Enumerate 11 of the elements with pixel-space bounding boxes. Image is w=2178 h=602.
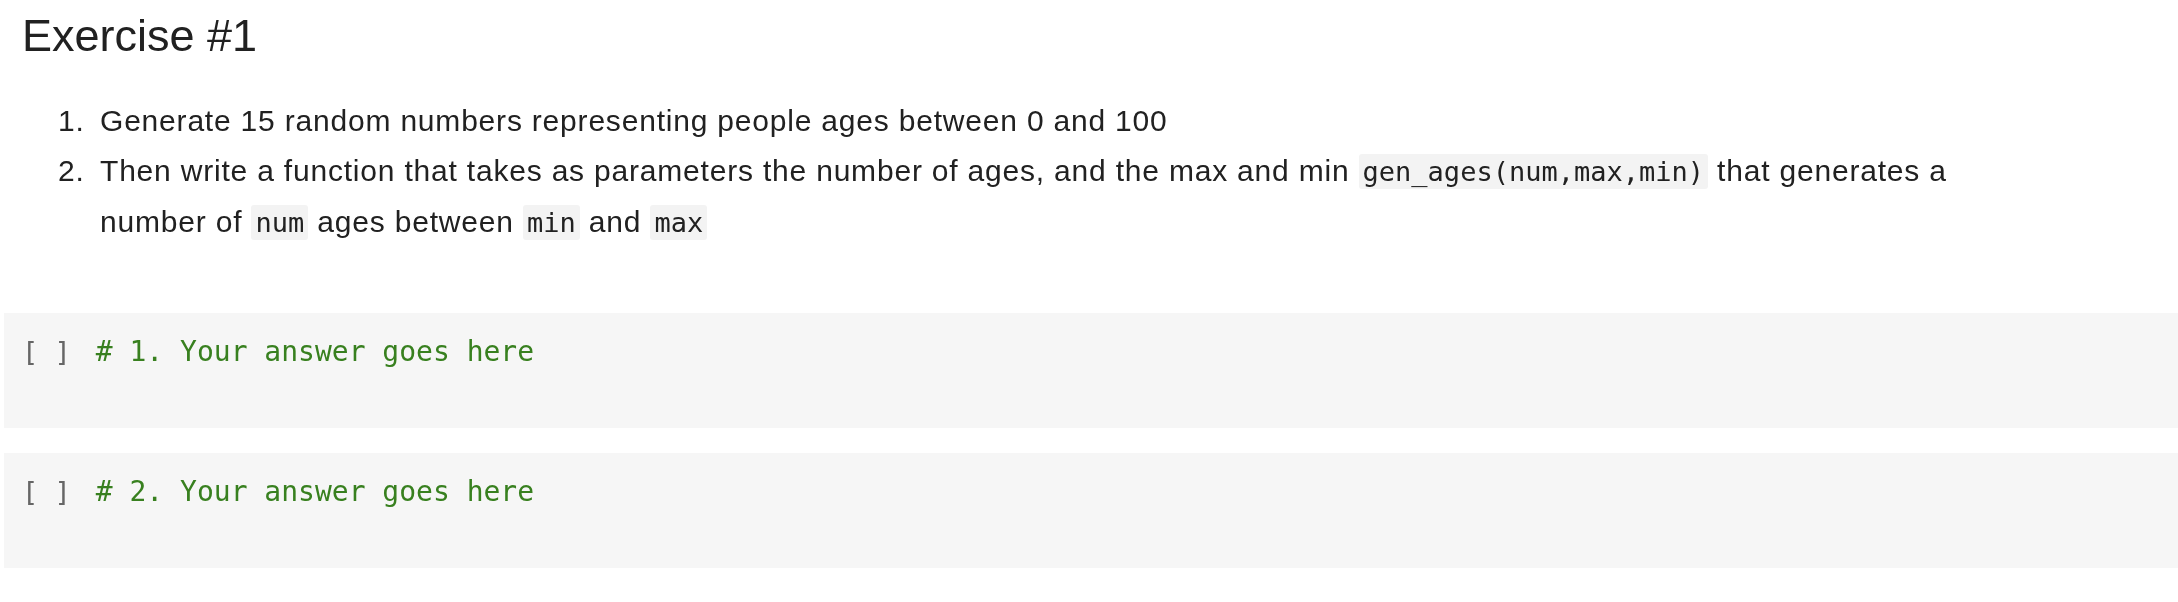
cell-prompt[interactable]: [ ] [22,475,71,509]
list-number: 2. [58,153,86,189]
code-comment: # 2. Your answer goes here [95,475,535,509]
cell-prompt[interactable]: [ ] [22,335,71,369]
instruction-text: Then write a function that takes as parameters the number of ages, and the max and min gen_ages(num,max,min) that generates a number of num ages between min and max [100,153,1948,242]
code-cell[interactable]: [ ] # 2. Your answer goes here [4,453,2178,568]
instruction-text: Generate 15 random numbers representing people ages between 0 and 100 [100,103,1168,139]
list-number: 1. [58,103,86,139]
code-comment: # 1. Your answer goes here [95,335,535,369]
exercise-heading: Exercise #1 [22,10,258,62]
code-cell[interactable]: [ ] # 1. Your answer goes here [4,313,2178,428]
